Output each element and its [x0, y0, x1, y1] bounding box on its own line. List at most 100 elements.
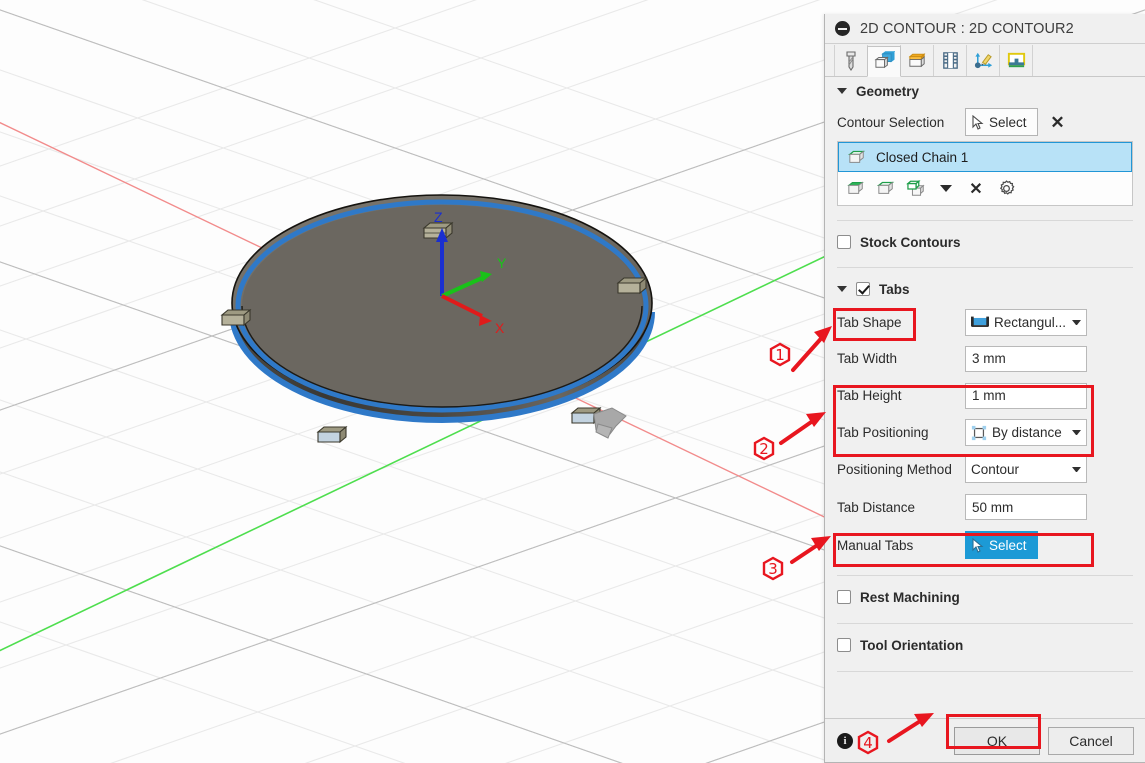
manual-tabs-select-button[interactable]: Select: [965, 531, 1038, 559]
tab-width-label: Tab Width: [837, 351, 965, 366]
closed-chain-face-icon: [847, 149, 867, 166]
tab-marker[interactable]: [618, 278, 646, 293]
contour-select-button[interactable]: Select: [965, 108, 1038, 136]
tab-height-input[interactable]: 1 mm: [965, 383, 1087, 409]
rectangular-tab-icon: [971, 315, 989, 329]
tab-shape-label: Tab Shape: [837, 315, 965, 330]
heights-box-icon: [907, 50, 928, 71]
face-outline-icon[interactable]: [875, 178, 897, 200]
chevron-down-icon: [837, 286, 847, 292]
fusion360-2d-contour-screen: Z Y X 2D CONTOUR : 2D CONTOUR2: [0, 0, 1145, 763]
linking-ramp-icon: [973, 50, 994, 71]
cancel-label: Cancel: [1069, 733, 1113, 749]
tab-height-label: Tab Height: [837, 388, 965, 403]
operation-dialog-panel: 2D CONTOUR : 2D CONTOUR2: [824, 14, 1145, 763]
rest-machining-label: Rest Machining: [860, 590, 960, 605]
tab-width-row: Tab Width 3 mm: [825, 340, 1145, 377]
chain-tools-row: ✕: [838, 172, 1132, 205]
tab-shape-dropdown[interactable]: Rectangul...: [965, 309, 1087, 336]
section-header-tabs[interactable]: Tabs: [825, 274, 1145, 304]
chain-settings-gear-icon[interactable]: [995, 178, 1017, 200]
chevron-down-icon: [1072, 320, 1081, 325]
tab-height-row: Tab Height 1 mm: [825, 377, 1145, 414]
tab-positioning-dropdown[interactable]: By distance: [965, 419, 1087, 446]
ok-button[interactable]: OK: [954, 727, 1040, 755]
stock-contours-checkbox[interactable]: [837, 235, 851, 249]
section-header-rest-machining[interactable]: Rest Machining: [825, 582, 1145, 612]
contour-select-label: Select: [989, 115, 1027, 130]
passes-layers-icon: [940, 50, 961, 71]
by-distance-icon: [971, 425, 987, 441]
contour-clear-icon[interactable]: ✕: [1048, 112, 1068, 132]
divider: [837, 267, 1133, 268]
tab-passes[interactable]: [933, 45, 967, 76]
tab-width-input[interactable]: 3 mm: [965, 346, 1087, 372]
divider: [837, 671, 1133, 672]
section-title-geometry: Geometry: [856, 84, 919, 99]
chain-list-box: Closed Chain 1: [837, 141, 1133, 206]
tab-positioning-label: Tab Positioning: [837, 425, 965, 440]
manual-nc-icon: [1006, 50, 1027, 71]
tabs-label: Tabs: [879, 282, 910, 297]
chevron-down-icon: [1072, 430, 1081, 435]
tab-width-value: 3 mm: [972, 351, 1006, 366]
tab-marker[interactable]: [424, 223, 452, 238]
rest-machining-checkbox[interactable]: [837, 590, 851, 604]
cancel-button[interactable]: Cancel: [1048, 727, 1134, 755]
tab-distance-input[interactable]: 50 mm: [965, 494, 1087, 520]
tool-head-icon: [594, 408, 626, 438]
section-header-stock-contours[interactable]: Stock Contours: [825, 227, 1145, 257]
tab-heights[interactable]: [900, 45, 934, 76]
tab-geometry[interactable]: [867, 46, 901, 77]
tab-tool[interactable]: [834, 45, 868, 76]
geometry-solid-icon: [874, 51, 895, 72]
chevron-down-icon[interactable]: [935, 178, 957, 200]
positioning-method-row: Positioning Method Contour: [825, 451, 1145, 488]
tab-shape-row: Tab Shape Rectangul...: [825, 304, 1145, 340]
positioning-method-label: Positioning Method: [837, 462, 965, 477]
extend-chain-icon[interactable]: [905, 178, 927, 200]
section-header-tool-orientation[interactable]: Tool Orientation: [825, 630, 1145, 660]
tab-distance-row: Tab Distance 50 mm: [825, 488, 1145, 526]
tab-distance-label: Tab Distance: [837, 500, 965, 515]
ok-label: OK: [987, 733, 1007, 749]
cursor-arrow-icon: [972, 115, 985, 130]
dialog-titlebar: 2D CONTOUR : 2D CONTOUR2: [825, 14, 1145, 44]
positioning-method-dropdown[interactable]: Contour: [965, 456, 1087, 483]
positioning-method-value: Contour: [971, 462, 1067, 477]
tool-orientation-checkbox[interactable]: [837, 638, 851, 652]
info-glyph: i: [843, 735, 846, 747]
tab-positioning-value: By distance: [992, 425, 1067, 440]
chevron-down-icon: [1072, 467, 1081, 472]
tab-shape-value: Rectangul...: [994, 315, 1067, 330]
tab-marker[interactable]: [318, 427, 346, 442]
manual-tabs-select-label: Select: [989, 538, 1027, 553]
tab-manual-nc[interactable]: [999, 45, 1033, 76]
tab-marker[interactable]: [222, 310, 250, 325]
end-mill-tool-icon: [841, 50, 861, 71]
stock-contours-label: Stock Contours: [860, 235, 961, 250]
dialog-footer: i OK Cancel: [825, 718, 1145, 762]
tool-orientation-label: Tool Orientation: [860, 638, 963, 653]
dialog-content: Geometry Contour Selection Select ✕: [825, 77, 1145, 718]
manual-tabs-label: Manual Tabs: [837, 538, 965, 553]
dialog-tab-strip: [825, 44, 1145, 77]
dialog-title: 2D CONTOUR : 2D CONTOUR2: [860, 21, 1074, 37]
section-header-geometry[interactable]: Geometry: [825, 77, 1145, 105]
chain-label: Closed Chain 1: [876, 150, 968, 165]
info-circle-icon[interactable]: i: [837, 733, 853, 749]
divider: [837, 220, 1133, 221]
tabs-checkbox[interactable]: [856, 282, 870, 296]
svg-text:Y: Y: [497, 255, 507, 271]
divider: [837, 623, 1133, 624]
chevron-down-icon: [837, 88, 847, 94]
manual-tabs-row: Manual Tabs Select: [825, 526, 1145, 564]
svg-text:X: X: [495, 320, 505, 336]
contour-selection-label: Contour Selection: [837, 115, 965, 130]
face-filled-icon[interactable]: [845, 178, 867, 200]
collapse-circle-minus-icon[interactable]: [835, 21, 850, 36]
tab-linking[interactable]: [966, 45, 1000, 76]
list-item-closed-chain[interactable]: Closed Chain 1: [838, 142, 1132, 172]
delete-chain-icon[interactable]: ✕: [965, 178, 987, 200]
tab-distance-value: 50 mm: [972, 500, 1013, 515]
